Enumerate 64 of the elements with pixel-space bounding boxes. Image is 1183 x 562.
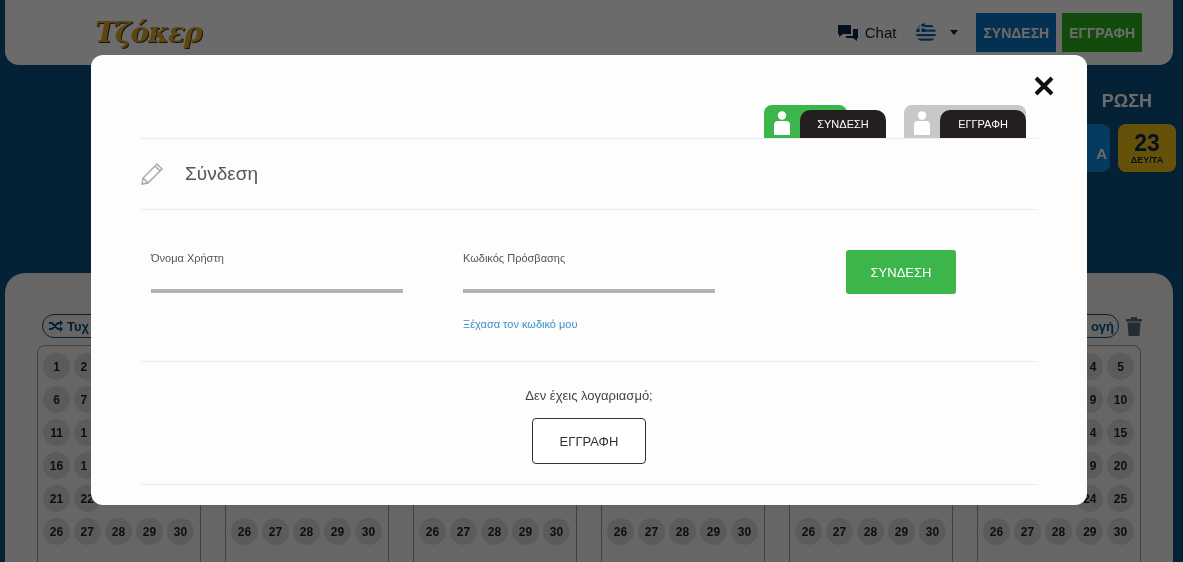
number-ball[interactable]: 26 [983,518,1010,545]
number-ball[interactable]: 10 [1107,386,1134,413]
number-ball[interactable]: 25 [1107,485,1134,512]
number-ball[interactable]: 26 [419,518,446,545]
number-ball[interactable]: 26 [607,518,634,545]
number-ball[interactable]: 29 [700,518,727,545]
number-ball[interactable]: 27 [74,518,101,545]
number-ball[interactable]: 28 [857,518,884,545]
countdown-value: 23 [1134,131,1160,155]
number-ball[interactable]: 30 [355,518,382,545]
flag-icon[interactable] [916,22,937,43]
logo[interactable]: Τζόκερ [95,16,202,49]
number-ball[interactable]: 27 [826,518,853,545]
chat-link[interactable]: Chat [864,24,897,41]
number-ball[interactable]: 29 [888,518,915,545]
number-ball[interactable]: 28 [293,518,320,545]
pencil-icon [140,162,164,186]
number-ball[interactable]: 30 [167,518,194,545]
number-ball[interactable]: 20 [1107,452,1134,479]
number-ball[interactable]: 27 [638,518,665,545]
number-ball[interactable]: 26 [231,518,258,545]
no-account-text: Δεν έχεις λογαριασμό; [525,388,653,404]
countdown-unit: ΔΕΥ/ΤΑ [1130,155,1164,165]
person-icon [913,111,931,135]
forgot-password-link[interactable]: Ξέχασα τον κωδικό μου [463,316,715,332]
chat-icon[interactable] [836,23,859,42]
number-ball[interactable]: 16 [43,452,70,479]
number-ball[interactable]: 30 [543,518,570,545]
number-ball[interactable]: 27 [262,518,289,545]
dialog-heading: Σύνδεση [185,163,258,185]
register-button[interactable]: ΕΓΓΡΑΦΗ [1062,13,1142,52]
draw-title: ΡΩΣΗ [1101,91,1152,112]
number-ball[interactable]: 28 [669,518,696,545]
number-ball[interactable]: 26 [43,518,70,545]
number-ball[interactable]: 30 [1107,518,1134,545]
login-button[interactable]: ΣΥΝΔΕΣΗ [846,250,956,294]
trash-icon[interactable] [1126,316,1142,336]
number-ball[interactable]: 30 [919,518,946,545]
close-button[interactable] [1034,76,1054,96]
number-ball[interactable]: 27 [1014,518,1041,545]
number-ball[interactable]: 29 [324,518,351,545]
number-ball[interactable]: 26 [795,518,822,545]
number-ball[interactable]: 30 [731,518,758,545]
number-ball[interactable]: 28 [481,518,508,545]
field-label: Κωδικός Πρόσβασης [463,251,567,266]
number-ball[interactable]: 11 [43,419,70,446]
number-ball[interactable]: 29 [512,518,539,545]
number-ball[interactable]: 27 [450,518,477,545]
number-ball[interactable]: 6 [43,386,70,413]
shuffle-icon [49,320,63,332]
number-ball[interactable]: 29 [1076,518,1103,545]
number-ball[interactable]: 29 [136,518,163,545]
number-ball[interactable]: 21 [43,485,70,512]
field-label: Όνομα Χρήστη [151,251,225,266]
number-ball[interactable]: 15 [1107,419,1134,446]
close-icon [1034,76,1054,96]
caret-icon[interactable] [950,30,959,35]
number-ball[interactable]: 28 [105,518,132,545]
number-ball[interactable]: 1 [43,353,70,380]
number-ball[interactable]: 5 [1107,353,1134,380]
person-icon [773,111,791,135]
login-button[interactable]: ΣΥΝΔΕΣΗ [976,13,1057,52]
register-button[interactable]: ΕΓΓΡΑΦΗ [532,418,646,464]
number-ball[interactable]: 28 [1045,518,1072,545]
